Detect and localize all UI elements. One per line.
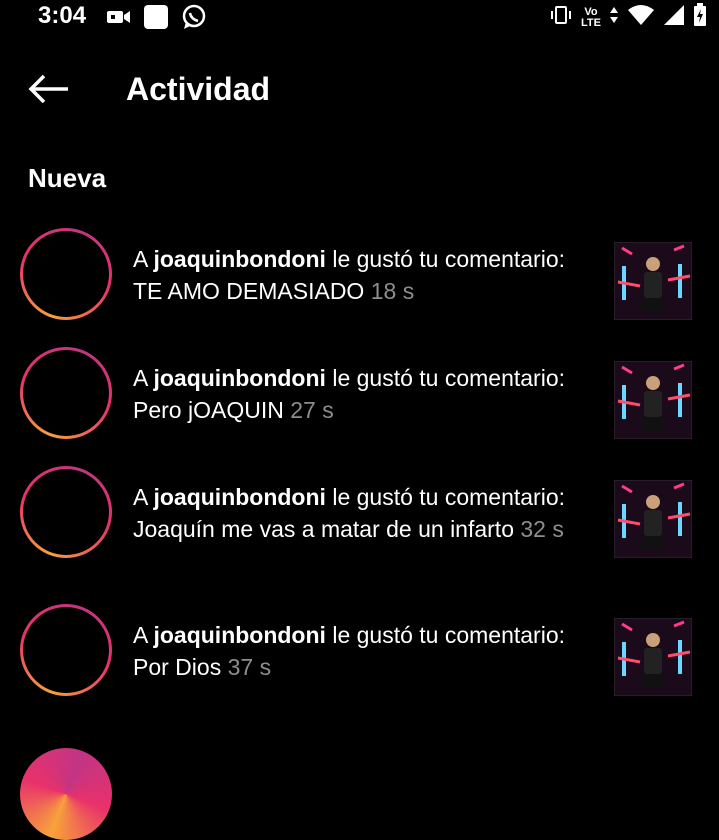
notification-text: A joaquinbondoni le gustó tu comentario:… <box>133 481 583 545</box>
notification-username[interactable]: joaquinbondoni <box>153 622 325 648</box>
wifi-icon <box>627 4 655 31</box>
volte-label-bottom: LTE <box>581 16 601 29</box>
battery-charging-icon <box>693 3 707 32</box>
notification-item[interactable]: A joaquinbondoni le gustó tu comentario:… <box>0 228 719 320</box>
notification-item[interactable]: A joaquinbondoni le gustó tu comentario:… <box>0 466 719 558</box>
notification-username[interactable]: joaquinbondoni <box>153 484 325 510</box>
data-arrows-icon <box>609 5 619 30</box>
notification-text: A joaquinbondoni le gustó tu comentario:… <box>133 362 583 426</box>
notification-item[interactable]: A joaquinbondoni le gustó tu comentario:… <box>0 347 719 439</box>
video-camera-icon <box>107 8 131 31</box>
square-app-icon <box>143 4 169 35</box>
notification-text: A joaquinbondoni le gustó tu comentario:… <box>133 619 583 683</box>
notification-prefix: A <box>133 246 154 272</box>
volte-icon: Vo LTE <box>581 5 601 29</box>
post-thumbnail[interactable] <box>614 618 692 696</box>
notification-time: 27 s <box>290 397 334 423</box>
avatar[interactable] <box>20 748 112 840</box>
arrow-left-icon <box>28 74 70 109</box>
notification-prefix: A <box>133 365 154 391</box>
status-time: 3:04 <box>38 2 87 29</box>
post-thumbnail[interactable] <box>614 480 692 558</box>
app-bar: Actividad <box>0 58 719 122</box>
notification-time: 18 s <box>370 278 415 304</box>
vibrate-icon <box>549 5 573 30</box>
notification-prefix: A <box>133 484 154 510</box>
signal-icon <box>663 4 685 31</box>
section-heading: Nueva <box>28 163 107 193</box>
back-button[interactable] <box>24 66 74 116</box>
page-title: Actividad <box>126 71 271 107</box>
notification-text: A joaquinbondoni le gustó tu comentario:… <box>133 243 583 307</box>
avatar[interactable] <box>20 347 112 439</box>
post-thumbnail[interactable] <box>614 242 692 320</box>
volte-label-top: Vo <box>584 5 598 18</box>
notification-username[interactable]: joaquinbondoni <box>153 365 325 391</box>
notification-item[interactable]: A joaquinbondoni le gustó tu comentario:… <box>0 604 719 696</box>
notification-username[interactable]: joaquinbondoni <box>153 246 325 272</box>
avatar[interactable] <box>20 466 112 558</box>
status-bar: 3:04 Vo LTE <box>0 0 719 34</box>
post-thumbnail[interactable] <box>614 361 692 439</box>
notification-prefix: A <box>133 622 154 648</box>
avatar[interactable] <box>20 228 112 320</box>
avatar[interactable] <box>20 604 112 696</box>
whatsapp-icon <box>181 4 207 35</box>
notification-time: 37 s <box>227 654 272 680</box>
notification-time: 32 s <box>520 516 564 542</box>
